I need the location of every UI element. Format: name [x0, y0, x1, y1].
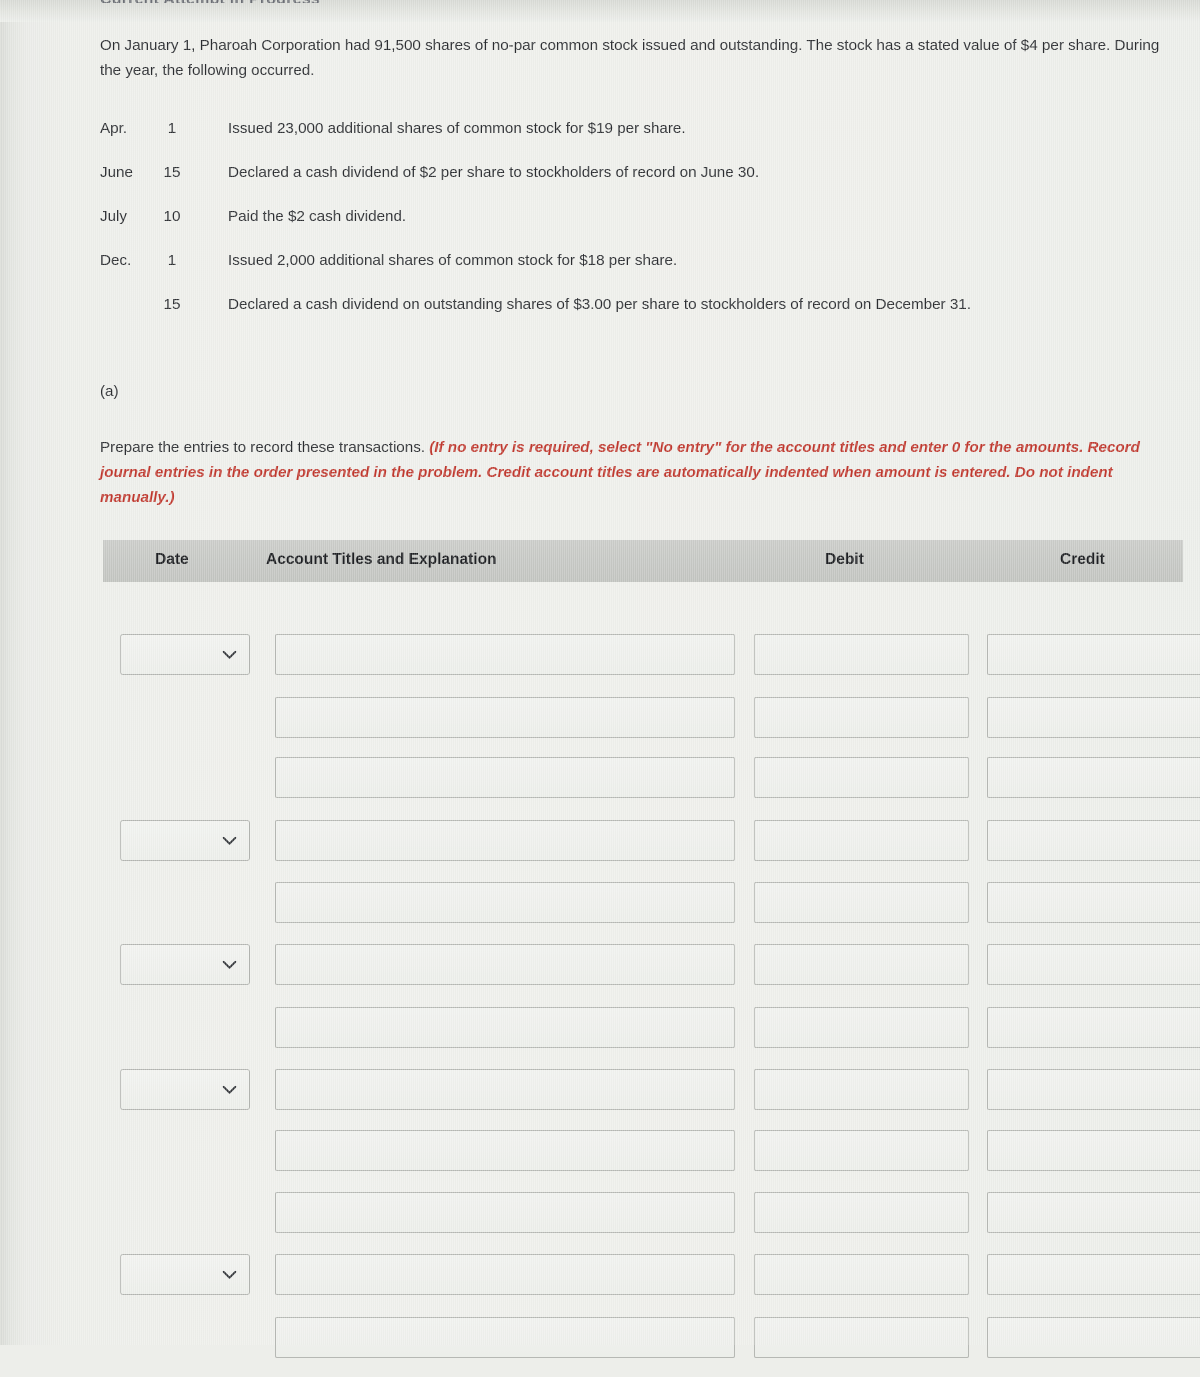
- account-title-input-10[interactable]: [275, 1254, 735, 1295]
- debit-amount-input-4[interactable]: [754, 882, 969, 923]
- debit-amount-input-7[interactable]: [754, 1069, 969, 1110]
- transaction-description: Declared a cash dividend of $2 per share…: [228, 164, 760, 181]
- date-select-0[interactable]: [120, 634, 250, 675]
- debit-amount-input-0[interactable]: [754, 634, 969, 675]
- credit-amount-input-4[interactable]: [987, 882, 1200, 923]
- account-title-input-1[interactable]: [275, 697, 735, 738]
- date-select-10[interactable]: [120, 1254, 250, 1295]
- debit-amount-input-10[interactable]: [754, 1254, 969, 1295]
- attempt-status-header: Current Attempt in Progress: [100, 0, 320, 3]
- credit-amount-input-5[interactable]: [987, 944, 1200, 985]
- credit-amount-input-6[interactable]: [987, 1007, 1200, 1048]
- credit-amount-input-11[interactable]: [987, 1317, 1200, 1358]
- debit-amount-input-3[interactable]: [754, 820, 969, 861]
- journal-table-header: Date Account Titles and Explanation Debi…: [103, 540, 1183, 582]
- account-title-input-7[interactable]: [275, 1069, 735, 1110]
- date-select-3[interactable]: [120, 820, 250, 861]
- transaction-description: Issued 2,000 additional shares of common…: [228, 252, 678, 269]
- account-title-input-0[interactable]: [275, 634, 735, 675]
- chevron-down-icon: [222, 960, 237, 969]
- transaction-month: June: [100, 164, 133, 181]
- transaction-month: Dec.: [100, 252, 132, 269]
- column-header-date: Date: [155, 551, 189, 568]
- debit-amount-input-11[interactable]: [754, 1317, 969, 1358]
- account-title-input-4[interactable]: [275, 882, 735, 923]
- column-header-account-titles: Account Titles and Explanation: [266, 551, 497, 568]
- transaction-row: Dec. 1 Issued 2,000 additional shares of c…: [100, 252, 1180, 296]
- credit-amount-input-3[interactable]: [987, 820, 1200, 861]
- transaction-day: 15: [163, 164, 181, 181]
- part-label-a: (a): [100, 383, 119, 400]
- debit-amount-input-9[interactable]: [754, 1192, 969, 1233]
- credit-amount-input-7[interactable]: [987, 1069, 1200, 1110]
- chevron-down-icon: [222, 1270, 237, 1279]
- account-title-input-8[interactable]: [275, 1130, 735, 1171]
- transaction-month: July: [100, 208, 128, 225]
- account-title-input-9[interactable]: [275, 1192, 735, 1233]
- instruction-paragraph: Prepare the entries to record these tran…: [100, 435, 1178, 510]
- debit-amount-input-8[interactable]: [754, 1130, 969, 1171]
- credit-amount-input-9[interactable]: [987, 1192, 1200, 1233]
- account-title-input-5[interactable]: [275, 944, 735, 985]
- transaction-day: 10: [163, 208, 181, 225]
- account-title-input-2[interactable]: [275, 757, 735, 798]
- column-header-credit: Credit: [1060, 551, 1105, 568]
- date-select-5[interactable]: [120, 944, 250, 985]
- chevron-down-icon: [222, 1085, 237, 1094]
- transaction-description: Paid the $2 cash dividend.: [228, 208, 407, 225]
- transaction-description: Issued 23,000 additional shares of commo…: [228, 120, 686, 137]
- credit-amount-input-10[interactable]: [987, 1254, 1200, 1295]
- transaction-list: Apr. 1 Issued 23,000 additional shares of …: [100, 120, 1180, 340]
- problem-intro-text: On January 1, Pharoah Corporation had 91…: [100, 37, 1160, 79]
- transaction-description: Declared a cash dividend on outstanding …: [228, 296, 971, 313]
- transaction-day: 1: [167, 252, 177, 269]
- transaction-month: Apr.: [100, 120, 128, 137]
- credit-amount-input-8[interactable]: [987, 1130, 1200, 1171]
- debit-amount-input-5[interactable]: [754, 944, 969, 985]
- transaction-row: Apr. 1 Issued 23,000 additional shares of …: [100, 120, 1180, 164]
- account-title-input-11[interactable]: [275, 1317, 735, 1358]
- chevron-down-icon: [222, 650, 237, 659]
- chevron-down-icon: [222, 836, 237, 845]
- transaction-row: 15 Declared a cash dividend on outstandin…: [100, 296, 1180, 340]
- credit-amount-input-1[interactable]: [987, 697, 1200, 738]
- account-title-input-3[interactable]: [275, 820, 735, 861]
- credit-amount-input-0[interactable]: [987, 634, 1200, 675]
- debit-amount-input-6[interactable]: [754, 1007, 969, 1048]
- transaction-day: 1: [167, 120, 177, 137]
- journal-table-body: [103, 582, 1200, 1377]
- credit-amount-input-2[interactable]: [987, 757, 1200, 798]
- account-title-input-6[interactable]: [275, 1007, 735, 1048]
- debit-amount-input-1[interactable]: [754, 697, 969, 738]
- transaction-row: June 15 Declared a cash dividend of $2 per…: [100, 164, 1180, 208]
- transaction-day: 15: [163, 296, 181, 313]
- journal-entry-table: Date Account Titles and Explanation Debi…: [103, 540, 1200, 1377]
- debit-amount-input-2[interactable]: [754, 757, 969, 798]
- instruction-plain: Prepare the entries to record these tran…: [100, 439, 430, 456]
- column-header-debit: Debit: [825, 551, 864, 568]
- transaction-row: July 10 Paid the $2 cash dividend.: [100, 208, 1180, 252]
- date-select-7[interactable]: [120, 1069, 250, 1110]
